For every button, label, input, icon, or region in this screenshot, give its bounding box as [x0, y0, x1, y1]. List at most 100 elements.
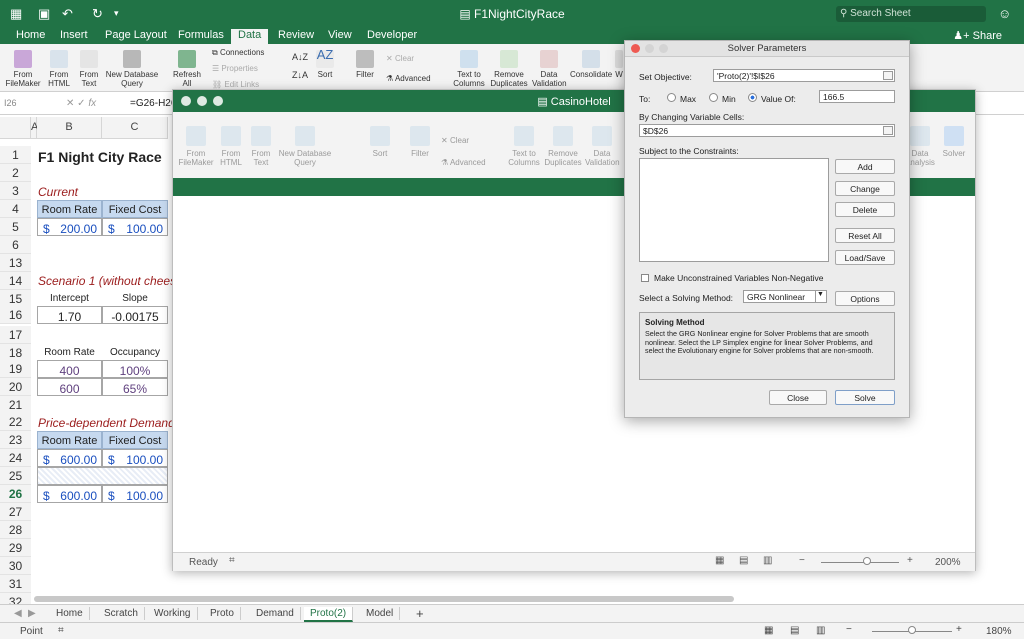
fixed-cost-cell-24[interactable]: $100.00 — [102, 449, 168, 467]
row-header[interactable]: 2 — [0, 164, 31, 182]
room-rate-cell-24[interactable]: $600.00 — [37, 449, 102, 467]
close-window-icon[interactable] — [181, 96, 191, 106]
macro-record-icon[interactable]: ⌗ — [229, 555, 235, 566]
zoom-in-icon[interactable]: + — [956, 624, 962, 635]
options-button[interactable]: Options — [835, 291, 895, 306]
connections-button[interactable]: ⧉ Connections — [212, 48, 264, 58]
row-header[interactable]: 29 — [0, 539, 31, 557]
row-header[interactable]: 16 — [0, 306, 31, 324]
zoom-level[interactable]: 180% — [986, 626, 1012, 637]
page-layout-view-icon[interactable]: ▤ — [790, 625, 799, 636]
normal-view-icon[interactable]: ▦ — [764, 625, 773, 636]
row-header[interactable]: 5 — [0, 218, 31, 236]
smiley-feedback-icon[interactable]: ☺ — [998, 6, 1011, 21]
sheet-tab-working[interactable]: Working — [148, 607, 198, 620]
sheet-tab-scratch[interactable]: Scratch — [98, 607, 145, 620]
occupancy-100-cell[interactable]: 100% — [102, 360, 168, 378]
rate-600-cell[interactable]: 600 — [37, 378, 102, 396]
tab-review[interactable]: Review — [278, 29, 314, 41]
zoom-out-icon[interactable]: − — [799, 555, 805, 566]
w2-from-text-button[interactable]: From Text — [247, 126, 275, 167]
from-html-button[interactable]: From HTML — [44, 50, 74, 88]
intercept-cell[interactable]: 1.70 — [37, 306, 102, 324]
tab-developer[interactable]: Developer — [367, 29, 417, 41]
w2-remove-duplicates-button[interactable]: Remove Duplicates — [543, 126, 583, 167]
minimize-window-icon[interactable] — [197, 96, 207, 106]
remove-duplicates-button[interactable]: Remove Duplicates — [490, 50, 528, 88]
select-all-corner[interactable] — [0, 117, 31, 139]
normal-view-icon[interactable]: ▦ — [715, 555, 724, 566]
occupancy-65-cell[interactable]: 65% — [102, 378, 168, 396]
row-header[interactable]: 3 — [0, 182, 31, 200]
sort-button[interactable]: AZ Sort — [312, 48, 338, 79]
row-header[interactable]: 22 — [0, 413, 31, 431]
w2-solver-button[interactable]: Solver — [939, 126, 969, 158]
value-of-input[interactable]: 166.5 — [819, 90, 895, 103]
add-constraint-button[interactable]: Add — [835, 159, 895, 174]
row-header[interactable]: 31 — [0, 575, 31, 593]
new-database-query-button[interactable]: New Database Query — [104, 50, 160, 88]
fx-icon[interactable]: ✕ ✓ fx — [66, 98, 96, 109]
from-filemaker-button[interactable]: From FileMaker — [4, 50, 42, 88]
share-button[interactable]: ♟+ Share — [953, 29, 1002, 42]
w2-zoom-level[interactable]: 200% — [935, 557, 961, 568]
filter-button[interactable]: Filter — [352, 50, 378, 79]
close-dialog-icon[interactable] — [631, 44, 640, 53]
row-25-cells[interactable] — [37, 467, 168, 485]
room-rate-cell-26[interactable]: $600.00 — [37, 485, 102, 503]
w2-new-db-query-button[interactable]: New Database Query — [277, 126, 333, 167]
price-dependent-label[interactable]: Price-dependent Demand — [38, 413, 175, 431]
zoom-in-icon[interactable]: + — [907, 555, 913, 566]
solving-method-select[interactable]: GRG Nonlinear ▼ — [743, 290, 827, 303]
close-button[interactable]: Close — [769, 390, 827, 405]
row-header[interactable]: 24 — [0, 449, 31, 467]
fixed-cost-cell[interactable]: $100.00 — [102, 218, 168, 236]
tab-page-layout[interactable]: Page Layout — [105, 29, 167, 41]
range-picker-icon[interactable] — [883, 126, 893, 135]
row-header[interactable]: 30 — [0, 557, 31, 575]
row-header[interactable]: 19 — [0, 360, 31, 378]
room-rate-header[interactable]: Room Rate — [37, 200, 102, 218]
load-save-button[interactable]: Load/Save — [835, 250, 895, 265]
room-rate-header-2[interactable]: Room Rate — [37, 431, 102, 449]
w2-from-html-button[interactable]: From HTML — [217, 126, 245, 167]
tab-data[interactable]: Data — [231, 29, 269, 44]
data-validation-button[interactable]: Data Validation — [532, 50, 567, 88]
row-header[interactable]: 17 — [0, 326, 31, 344]
add-sheet-button[interactable]: + — [410, 605, 430, 622]
cancel-icon[interactable]: ✕ — [66, 98, 77, 109]
set-objective-field[interactable]: 'Proto(2)'!$I$26 — [713, 69, 895, 82]
sort-az-icon[interactable]: A↓Z — [292, 52, 308, 62]
zoom-slider-thumb[interactable] — [908, 626, 916, 634]
sheet-tab-proto2[interactable]: Proto(2) — [304, 607, 354, 622]
w2-text-to-columns-button[interactable]: Text to Columns — [507, 126, 541, 167]
macro-record-icon[interactable]: ⌗ — [58, 625, 64, 636]
w2-data-validation-button[interactable]: Data Validation — [585, 126, 620, 167]
column-header-b[interactable]: B — [37, 117, 102, 139]
tab-formulas[interactable]: Formulas — [178, 29, 224, 41]
row-header[interactable]: 26 — [0, 485, 31, 503]
row-header[interactable]: 28 — [0, 521, 31, 539]
w2-filter-button[interactable]: Filter — [407, 126, 433, 158]
min-radio[interactable] — [709, 93, 718, 102]
change-constraint-button[interactable]: Change — [835, 181, 895, 196]
current-label[interactable]: Current — [38, 182, 78, 200]
tab-insert[interactable]: Insert — [60, 29, 88, 41]
constraints-list[interactable] — [639, 158, 829, 262]
row-header[interactable]: 20 — [0, 378, 31, 396]
unconstrained-checkbox[interactable] — [641, 274, 649, 282]
zoom-slider-thumb[interactable] — [863, 557, 871, 565]
tab-home[interactable]: Home — [16, 29, 45, 41]
solve-button[interactable]: Solve — [835, 390, 895, 405]
what-if-button[interactable]: W — [614, 50, 624, 79]
sheet-tab-home[interactable]: Home — [50, 607, 90, 620]
from-text-button[interactable]: From Text — [74, 50, 104, 88]
scenario-label[interactable]: Scenario 1 (without chees — [38, 271, 176, 289]
w2-advanced-button[interactable]: ⚗ Advanced — [441, 158, 491, 167]
row-header[interactable]: 1 — [0, 146, 31, 164]
column-header-c[interactable]: C — [102, 117, 168, 139]
value-of-radio[interactable] — [748, 93, 757, 102]
row-header[interactable]: 13 — [0, 254, 31, 272]
horizontal-scrollbar[interactable] — [34, 596, 734, 602]
next-sheet-icon[interactable]: ▶ — [22, 607, 42, 620]
